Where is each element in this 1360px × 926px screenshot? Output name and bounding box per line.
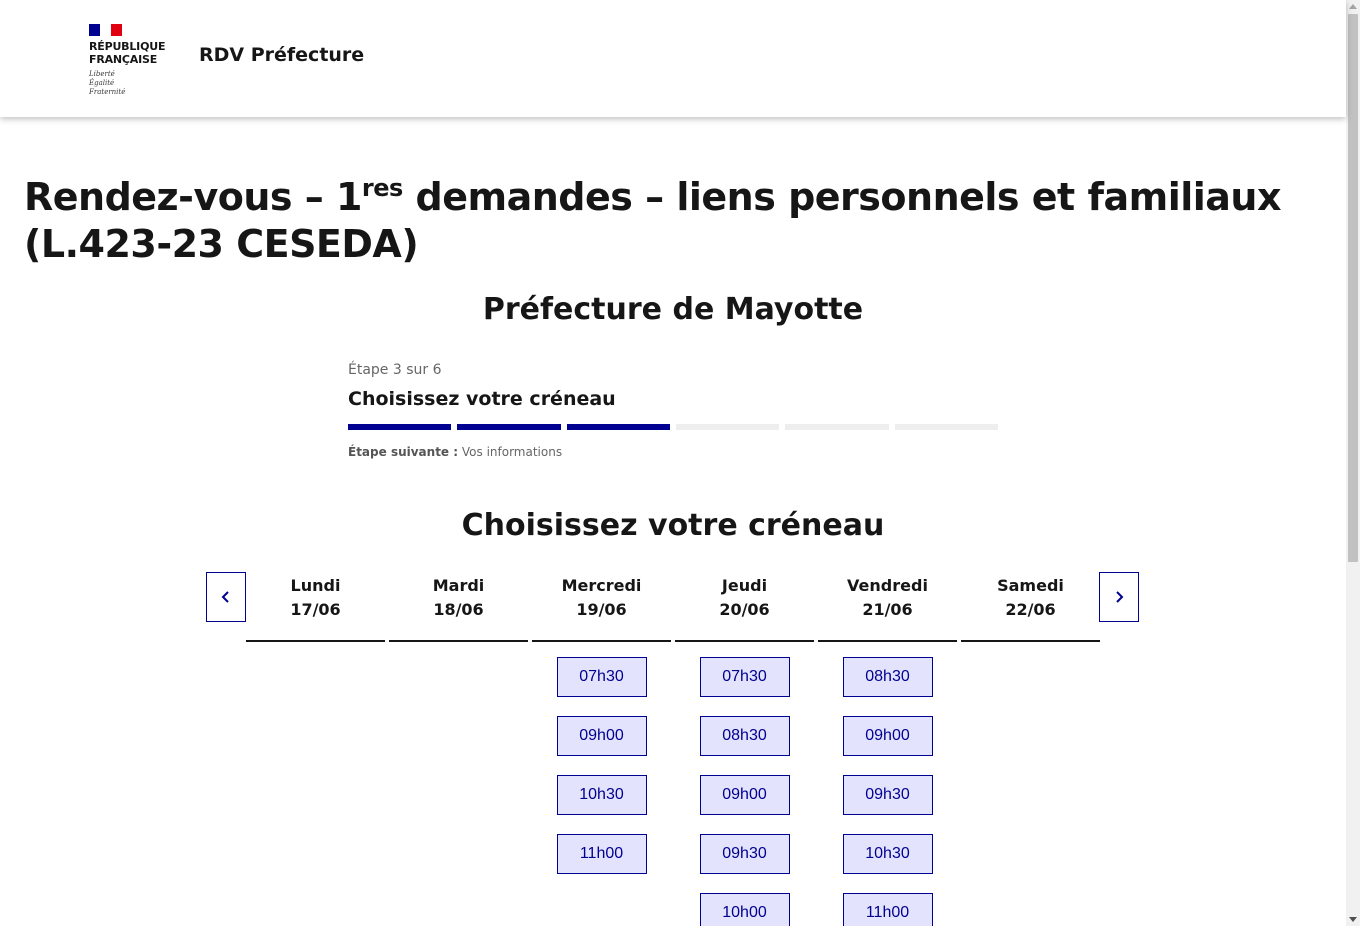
- time-slot-button[interactable]: 09h30: [842, 775, 933, 815]
- slot-list: [961, 642, 1100, 657]
- day-header: Mercredi 19/06: [532, 574, 671, 642]
- calendar-days: Lundi 17/06 Mardi 18/06 Mercredi 19/06 07h30 09…: [246, 574, 1100, 926]
- previous-days-button[interactable]: [206, 572, 246, 622]
- stepper-segment: [566, 424, 670, 430]
- day-header: Jeudi 20/06: [675, 574, 814, 642]
- stepper-segment: [457, 424, 561, 430]
- scrollbar-thumb[interactable]: [1348, 14, 1358, 562]
- logo-motto: Liberté Égalité Fraternité: [89, 70, 126, 96]
- stepper-next-step: Étape suivante : Vos informations: [348, 445, 563, 459]
- day-date: 20/06: [719, 600, 770, 619]
- day-date: 19/06: [576, 600, 627, 619]
- stepper-title: Choisissez votre créneau: [348, 388, 616, 410]
- time-slot-button[interactable]: 09h00: [556, 716, 647, 756]
- time-slot-button[interactable]: 07h30: [699, 657, 790, 697]
- day-name: Samedi: [997, 576, 1064, 595]
- time-slot-button[interactable]: 09h30: [699, 834, 790, 874]
- day-name: Vendredi: [847, 576, 928, 595]
- time-slot-button[interactable]: 10h30: [556, 775, 647, 815]
- scroll-down-icon[interactable]: [1349, 917, 1357, 922]
- slot-list: 07h30 09h00 10h30 11h00: [532, 642, 671, 874]
- day-column: Lundi 17/06: [246, 574, 385, 926]
- time-slot-button[interactable]: 08h30: [842, 657, 933, 697]
- day-date: 17/06: [290, 600, 341, 619]
- slot-list: [389, 642, 528, 657]
- marianne-flag-icon: [89, 24, 122, 36]
- time-slot-button[interactable]: 09h00: [842, 716, 933, 756]
- day-column: Vendredi 21/06 08h30 09h00 09h30 10h30 11h00: [818, 574, 957, 926]
- chevron-right-icon: [1116, 591, 1124, 603]
- stepper: Étape 3 sur 6 Choisissez votre créneau É…: [348, 362, 998, 459]
- service-title[interactable]: RDV Préfecture: [199, 44, 364, 66]
- slot-heading: Choisissez votre créneau: [461, 508, 885, 543]
- time-slot-button[interactable]: 11h00: [842, 893, 933, 926]
- time-slot-button[interactable]: 08h30: [699, 716, 790, 756]
- day-column: Mercredi 19/06 07h30 09h00 10h30 11h00: [532, 574, 671, 926]
- stepper-segment: [894, 424, 998, 430]
- time-slot-button[interactable]: 10h00: [699, 893, 790, 926]
- stepper-segment: [785, 424, 889, 430]
- day-name: Mercredi: [561, 576, 642, 595]
- time-slot-button[interactable]: 11h00: [556, 834, 647, 874]
- scroll-up-icon[interactable]: [1349, 4, 1357, 9]
- slot-list: 07h30 08h30 09h00 09h30 10h00: [675, 642, 814, 926]
- day-column: Samedi 22/06: [961, 574, 1100, 926]
- day-header: Samedi 22/06: [961, 574, 1100, 642]
- stepper-progress: [348, 424, 998, 430]
- day-header: Lundi 17/06: [246, 574, 385, 642]
- day-date: 22/06: [1005, 600, 1056, 619]
- slot-list: [246, 642, 385, 657]
- page-scrollbar[interactable]: [1346, 0, 1360, 926]
- time-slot-button[interactable]: 07h30: [556, 657, 647, 697]
- time-slot-button[interactable]: 09h00: [699, 775, 790, 815]
- prefecture-name: Préfecture de Mayotte: [482, 292, 864, 327]
- time-slot-button[interactable]: 10h30: [842, 834, 933, 874]
- next-days-button[interactable]: [1099, 572, 1139, 622]
- logo-text: République Française: [89, 40, 166, 66]
- slot-list: 08h30 09h00 09h30 10h30 11h00: [818, 642, 957, 926]
- stepper-state: Étape 3 sur 6: [348, 362, 442, 378]
- day-header: Mardi 18/06: [389, 574, 528, 642]
- day-name: Lundi: [290, 576, 341, 595]
- chevron-left-icon: [221, 591, 229, 603]
- day-header: Vendredi 21/06: [818, 574, 957, 642]
- day-date: 21/06: [862, 600, 913, 619]
- day-name: Mardi: [432, 576, 485, 595]
- day-name: Jeudi: [721, 576, 768, 595]
- day-column: Mardi 18/06: [389, 574, 528, 926]
- site-header: République Française Liberté Égalité Fra…: [0, 0, 1346, 117]
- republique-francaise-logo[interactable]: République Française Liberté Égalité Fra…: [89, 24, 171, 97]
- day-column: Jeudi 20/06 07h30 08h30 09h00 09h30 10h00: [675, 574, 814, 926]
- stepper-segment: [348, 424, 452, 430]
- day-date: 18/06: [433, 600, 484, 619]
- stepper-segment: [675, 424, 780, 430]
- page-title: Rendez-vous – 1res demandes – liens pers…: [24, 174, 1282, 266]
